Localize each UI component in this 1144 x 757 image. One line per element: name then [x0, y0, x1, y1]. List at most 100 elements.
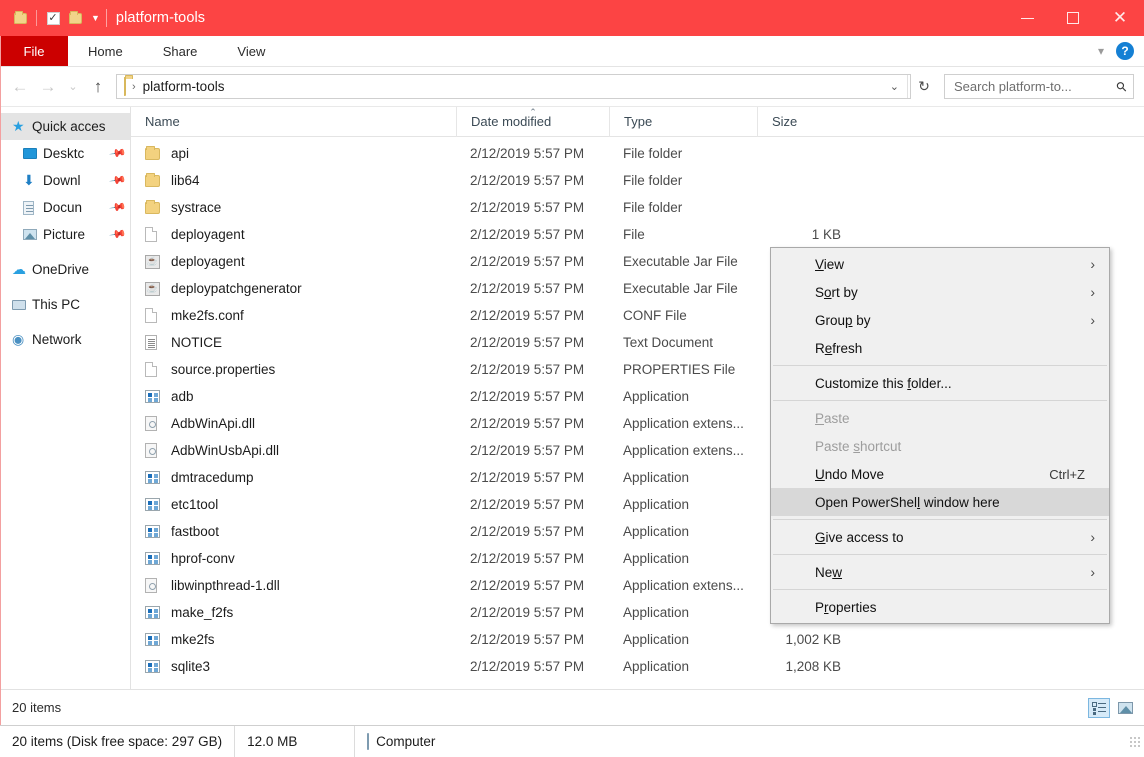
- cell-date-modified: 2/12/2019 5:57 PM: [470, 335, 585, 350]
- file-name: mke2fs: [171, 632, 215, 647]
- file-name: NOTICE: [171, 335, 223, 350]
- tab-share[interactable]: Share: [143, 36, 218, 66]
- help-icon[interactable]: ?: [1116, 42, 1134, 60]
- chevron-down-icon[interactable]: ▾: [1098, 44, 1104, 58]
- cell-name: deployagent: [131, 227, 456, 242]
- menu-item-label: Paste: [815, 410, 850, 426]
- address-bar[interactable]: › platform-tools ⌄: [116, 74, 911, 99]
- tab-home[interactable]: Home: [68, 36, 143, 66]
- file-name: adb: [171, 389, 194, 404]
- resize-grip[interactable]: [1129, 735, 1141, 748]
- sidebar-item-desktop[interactable]: Desktc 📌: [0, 140, 130, 167]
- menu-item-undo-move[interactable]: Undo Move Ctrl+Z: [771, 460, 1109, 488]
- menu-item-properties[interactable]: Properties: [771, 593, 1109, 621]
- menu-item-refresh[interactable]: Refresh: [771, 334, 1109, 362]
- file-name: fastboot: [171, 524, 220, 539]
- breadcrumb-separator: ›: [132, 80, 136, 93]
- menu-item-give-access-to[interactable]: Give access to ›: [771, 523, 1109, 551]
- file-name: lib64: [171, 173, 200, 188]
- cell-type: Application: [623, 632, 690, 647]
- tab-view[interactable]: View: [217, 36, 285, 66]
- forward-button[interactable]: →: [34, 73, 62, 101]
- large-icons-view-button[interactable]: [1114, 698, 1136, 718]
- sidebar-item-documents[interactable]: Docun 📌: [0, 194, 130, 221]
- cell-name: lib64: [131, 172, 456, 188]
- cell-type: Application: [623, 389, 690, 404]
- table-row[interactable]: systrace 2/12/2019 5:57 PM File folder: [131, 194, 1144, 221]
- window-left-edge: [0, 36, 1, 725]
- recent-locations-button[interactable]: ⌄: [62, 73, 84, 101]
- breadcrumb-path[interactable]: platform-tools: [143, 79, 225, 94]
- table-row[interactable]: deployagent 2/12/2019 5:57 PM File 1 KB: [131, 221, 1144, 248]
- jar-icon: ☕: [145, 281, 171, 296]
- sidebar-item-network[interactable]: ◉ Network: [0, 326, 130, 353]
- menu-item-new[interactable]: New ›: [771, 558, 1109, 586]
- menu-item-view[interactable]: View ›: [771, 250, 1109, 278]
- cell-date-modified: 2/12/2019 5:57 PM: [470, 605, 585, 620]
- table-row[interactable]: api 2/12/2019 5:57 PM File folder: [131, 140, 1144, 167]
- cell-name: make_f2fs: [131, 605, 456, 620]
- menu-item-label: View: [815, 256, 845, 272]
- file-icon: [145, 308, 171, 323]
- cloud-icon: ☁: [12, 261, 26, 277]
- back-button[interactable]: ←: [6, 73, 34, 101]
- sidebar-item-label: This PC: [32, 297, 81, 312]
- cell-date-modified: 2/12/2019 5:57 PM: [470, 659, 585, 674]
- exe-icon: [145, 660, 171, 673]
- customize-qat-caret-icon[interactable]: ▼: [91, 13, 100, 23]
- cell-type: Application: [623, 659, 690, 674]
- address-dropdown-icon[interactable]: ⌄: [882, 80, 907, 93]
- context-menu[interactable]: View › Sort by › Group by › Refresh Customize t…: [770, 247, 1110, 624]
- sidebar-item-this-pc[interactable]: This PC: [0, 291, 130, 318]
- menu-item-sort-by[interactable]: Sort by ›: [771, 278, 1109, 306]
- column-header-name[interactable]: Name: [131, 107, 456, 137]
- close-icon[interactable]: ✕: [1096, 0, 1144, 36]
- column-header-type[interactable]: Type: [609, 106, 757, 137]
- menu-item-group-by[interactable]: Group by ›: [771, 306, 1109, 334]
- table-row[interactable]: sqlite3 2/12/2019 5:57 PM Application 1,208…: [131, 653, 1144, 680]
- exe-icon: [145, 606, 171, 619]
- menu-item-customize-this-folder[interactable]: Customize this folder...: [771, 369, 1109, 397]
- minimize-button[interactable]: [1004, 0, 1050, 36]
- cell-name: mke2fs.conf: [131, 308, 456, 323]
- search-input[interactable]: Search platform-to...: [954, 79, 1117, 94]
- cell-size: 1 KB: [811, 227, 841, 242]
- cell-type: File folder: [623, 200, 683, 215]
- explorer-icon[interactable]: [9, 7, 31, 29]
- table-row[interactable]: lib64 2/12/2019 5:57 PM File folder: [131, 167, 1144, 194]
- column-header-date-modified[interactable]: ⌃ Date modified: [456, 106, 609, 137]
- bottom-total-size: 12.0 MB: [234, 726, 354, 757]
- search-box[interactable]: Search platform-to... ⚲: [944, 74, 1134, 99]
- explorer-body: ★ Quick acces Desktc 📌 ⬇ Downl 📌 Docun 📌…: [0, 106, 1144, 689]
- pc-icon: [12, 299, 32, 310]
- window-title: platform-tools: [115, 10, 206, 26]
- breadcrumb-folder-icon: [124, 76, 126, 96]
- bottom-info-bar: 20 items (Disk free space: 297 GB) 12.0 …: [0, 725, 1144, 757]
- ribbon-tab-bar: File Home Share View ▾ ?: [0, 36, 1144, 67]
- maximize-button[interactable]: [1050, 0, 1096, 36]
- sidebar-item-quick-access[interactable]: ★ Quick acces: [0, 113, 130, 140]
- address-divider: [907, 75, 908, 98]
- up-button[interactable]: ↑: [84, 73, 112, 101]
- refresh-icon[interactable]: ↻: [911, 78, 937, 95]
- details-view-button[interactable]: [1088, 697, 1110, 718]
- properties-icon[interactable]: ✓: [42, 7, 64, 29]
- status-bar: 20 items: [0, 689, 1144, 725]
- cell-name: dmtracedump: [131, 470, 456, 485]
- sidebar-item-pictures[interactable]: Picture 📌: [0, 221, 130, 248]
- table-row[interactable]: mke2fs 2/12/2019 5:57 PM Application 1,002 …: [131, 626, 1144, 653]
- bottom-items-text: 20 items (Disk free space: 297 GB): [12, 734, 223, 749]
- star-icon: ★: [12, 118, 25, 134]
- pin-icon: 📌: [108, 199, 127, 217]
- menu-separator: [773, 400, 1107, 401]
- cell-name: api: [131, 145, 456, 161]
- jar-icon: ☕: [145, 254, 171, 269]
- menu-item-open-powershell-window-here[interactable]: Open PowerShell window here: [771, 488, 1109, 516]
- title-bar: ✓ ▼ platform-tools ✕: [0, 0, 1144, 36]
- tab-file[interactable]: File: [0, 36, 68, 66]
- sidebar-item-downloads[interactable]: ⬇ Downl 📌: [0, 167, 130, 194]
- new-folder-icon[interactable]: [64, 7, 86, 29]
- column-header-size[interactable]: Size: [757, 106, 855, 137]
- sidebar-item-onedrive[interactable]: ☁ OneDrive: [0, 256, 130, 283]
- file-name: make_f2fs: [171, 605, 234, 620]
